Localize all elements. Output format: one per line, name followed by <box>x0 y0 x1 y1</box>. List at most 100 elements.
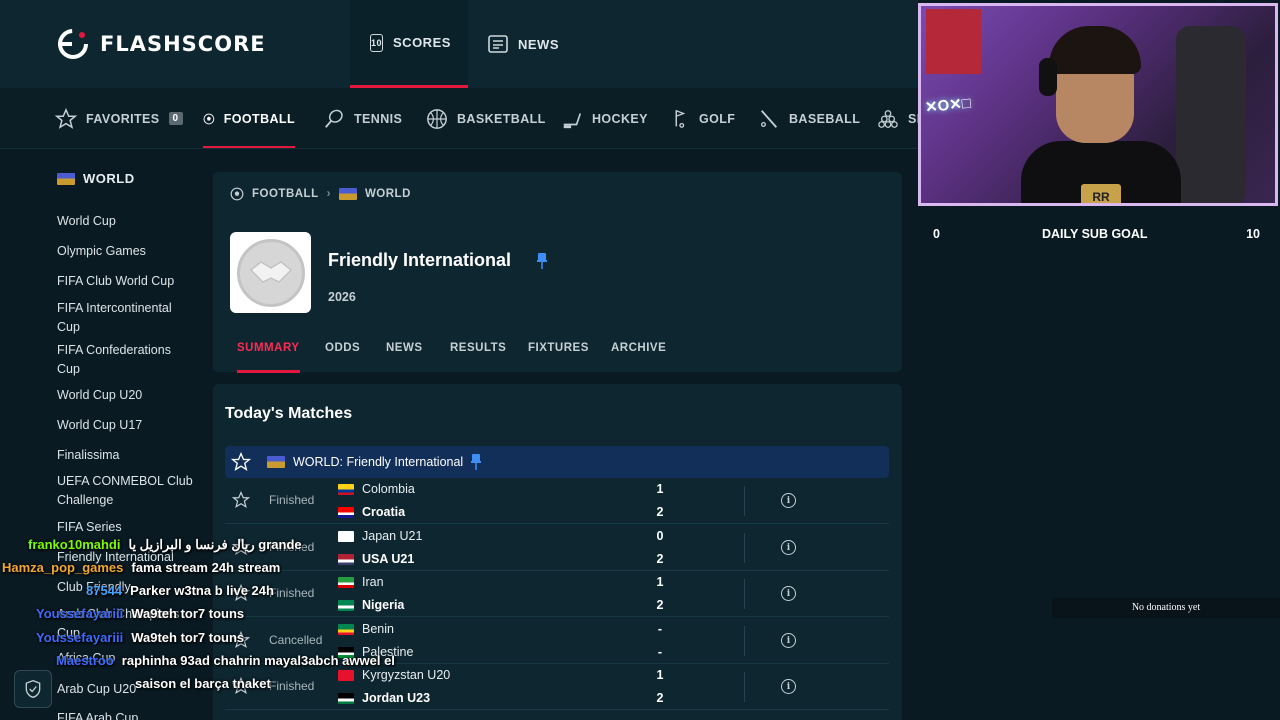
pin-icon[interactable] <box>471 454 482 470</box>
sidebar-item[interactable]: FIFA Arab Cup <box>57 709 197 720</box>
sidebar-item[interactable]: Olympic Games <box>57 242 197 261</box>
match-row[interactable]: Finished Kyrgyzstan U20 Jordan U23 1 2 i <box>225 664 889 710</box>
league-group-row[interactable]: WORLD: Friendly International <box>225 446 889 478</box>
sport-golf-label: GOLF <box>699 111 736 126</box>
sport-basketball[interactable]: BASKETBALL <box>426 88 546 148</box>
info-icon[interactable]: i <box>781 633 796 648</box>
sidebar-item[interactable]: FIFA Series <box>57 518 197 537</box>
info-icon[interactable]: i <box>781 493 796 508</box>
headset <box>1039 58 1057 96</box>
gaming-chair <box>1176 26 1246 203</box>
sport-baseball-label: BASEBALL <box>789 111 861 126</box>
away-team[interactable]: Jordan U23 <box>338 691 430 705</box>
star-icon[interactable] <box>232 491 250 509</box>
chat-username: Youssefayariii <box>36 630 124 645</box>
tab-news-label: NEWS <box>518 36 559 52</box>
sidebar-item[interactable]: FIFA Intercontinental Cup <box>57 299 197 337</box>
home-team[interactable]: Kyrgyzstan U20 <box>338 668 450 682</box>
top-header: FLASHSCORE 10 SCORES NEWS <box>0 0 918 88</box>
chat-message: Youssefayariii Wa9teh tor7 touns <box>36 606 244 621</box>
chat-username: franko10mahdi <box>28 537 121 552</box>
chevron-right-icon: › <box>326 188 331 200</box>
sport-snooker[interactable]: SN <box>877 88 918 148</box>
sidebar-item[interactable]: World Cup U20 <box>57 386 197 405</box>
subtab-summary[interactable]: SUMMARY <box>237 342 300 373</box>
away-team[interactable]: Croatia <box>338 505 405 519</box>
subtab-news[interactable]: NEWS <box>386 342 423 373</box>
sidebar-item[interactable]: UEFA CONMEBOL Club Challenge <box>57 472 197 510</box>
league-title: Friendly International <box>328 250 512 270</box>
match-row[interactable]: Finished Colombia Croatia 1 2 i <box>225 478 889 524</box>
sport-hockey-label: HOCKEY <box>592 111 648 126</box>
sidebar-item[interactable]: World Cup U17 <box>57 416 197 435</box>
sport-favorites-label: FAVORITES <box>86 111 160 126</box>
favorites-count-badge: 0 <box>168 112 183 125</box>
divider <box>744 579 745 609</box>
flag-icon <box>338 553 354 565</box>
snooker-icon <box>878 109 898 128</box>
subtab-odds[interactable]: ODDS <box>325 342 360 373</box>
divider <box>744 626 745 656</box>
sport-favorites[interactable]: FAVORITES 0 <box>55 88 183 148</box>
subtab-archive[interactable]: ARCHIVE <box>611 342 666 373</box>
match-status: Cancelled <box>269 633 323 647</box>
football-icon <box>230 187 244 201</box>
away-team[interactable]: Nigeria <box>338 598 404 612</box>
breadcrumb-sport[interactable]: FOOTBALL <box>252 188 319 200</box>
sport-golf[interactable]: GOLF <box>668 88 736 148</box>
home-team[interactable]: Benin <box>338 622 394 636</box>
sport-hockey[interactable]: HOCKEY <box>561 88 648 148</box>
away-team-name: Jordan U23 <box>362 691 431 705</box>
subtab-results[interactable]: RESULTS <box>450 342 506 373</box>
divider <box>744 486 745 516</box>
sidebar-item[interactable]: Finalissima <box>57 446 197 465</box>
neon-logo: ✕O✕□ <box>924 94 972 117</box>
sport-football[interactable]: FOOTBALL <box>203 88 295 148</box>
shield-check-icon[interactable] <box>14 670 52 708</box>
league-season: 2026 <box>328 290 356 304</box>
breadcrumb-region[interactable]: WORLD <box>365 188 411 200</box>
football-icon <box>203 113 215 124</box>
tab-news[interactable]: NEWS <box>468 0 579 88</box>
home-team[interactable]: Iran <box>338 575 384 589</box>
basketball-icon <box>427 108 447 129</box>
sport-tennis[interactable]: TENNIS <box>323 88 403 148</box>
streamer-hair <box>1049 26 1141 74</box>
sport-baseball[interactable]: BASEBALL <box>758 88 861 148</box>
sport-tennis-label: TENNIS <box>354 111 403 126</box>
home-team[interactable]: Japan U21 <box>338 529 422 543</box>
divider <box>744 533 745 563</box>
flag-icon <box>338 599 354 611</box>
flag-icon <box>338 483 354 495</box>
away-team[interactable]: USA U21 <box>338 552 414 566</box>
flag-icon <box>338 669 354 681</box>
match-row[interactable]: Finished Iran Nigeria 1 2 i <box>225 571 889 617</box>
star-icon[interactable] <box>231 452 251 472</box>
subtab-fixtures[interactable]: FIXTURES <box>528 342 589 373</box>
tab-scores-label: SCORES <box>393 35 451 50</box>
news-icon <box>488 35 508 53</box>
home-team[interactable]: Colombia <box>338 482 415 496</box>
pin-icon[interactable] <box>537 253 547 269</box>
sidebar-heading[interactable]: WORLD <box>57 171 135 186</box>
hockey-icon <box>563 112 582 128</box>
match-row[interactable]: Finished Japan U21 USA U21 0 2 i <box>225 525 889 571</box>
match-status: Finished <box>269 586 315 600</box>
chat-text: raphinha 93ad chahrin mayal3abch awwel e… <box>121 653 395 668</box>
home-team-name: Kyrgyzstan U20 <box>362 668 451 682</box>
flashscore-logo[interactable]: FLASHSCORE <box>56 27 266 61</box>
info-icon[interactable]: i <box>781 540 796 555</box>
info-icon[interactable]: i <box>781 679 796 694</box>
world-flag-icon <box>338 188 357 200</box>
sidebar-item[interactable]: FIFA Confederations Cup <box>57 341 197 379</box>
tab-scores[interactable]: 10 SCORES <box>350 0 468 88</box>
brand-name: FLASHSCORE <box>100 32 266 56</box>
chat-text: ريال فرنسا و البرازيل يا grande <box>128 537 302 552</box>
sidebar-item[interactable]: World Cup <box>57 212 197 231</box>
home-team-name: Colombia <box>362 482 415 496</box>
chat-text: saison el barça tnaket <box>135 676 271 691</box>
away-team-name: Croatia <box>362 505 406 519</box>
section-title: Today's Matches <box>225 405 353 422</box>
info-icon[interactable]: i <box>781 586 796 601</box>
sidebar-item[interactable]: FIFA Club World Cup <box>57 272 197 291</box>
